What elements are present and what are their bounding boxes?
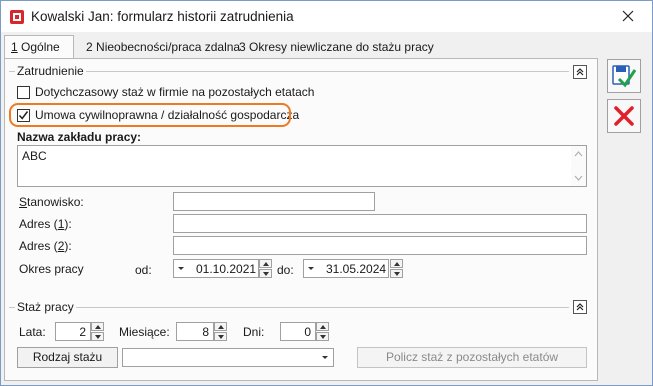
collapse-seniority-button[interactable] bbox=[573, 300, 587, 314]
months-spinner[interactable] bbox=[214, 322, 227, 341]
calculate-seniority-button[interactable]: Policz staż z pozostałych etatów bbox=[357, 347, 587, 368]
chevron-up-double-icon bbox=[576, 303, 584, 311]
position-label: Stanowisko: bbox=[19, 195, 84, 209]
date-to-label: do: bbox=[277, 263, 294, 277]
civil-contract-checkbox[interactable] bbox=[17, 109, 30, 122]
address1-input[interactable] bbox=[173, 214, 587, 233]
days-spinner[interactable] bbox=[316, 322, 329, 341]
title-bar: Kowalski Jan: formularz historii zatrudn… bbox=[1, 1, 652, 32]
checkmark-icon bbox=[18, 111, 29, 120]
workplace-name-value: ABC bbox=[22, 149, 47, 163]
civil-contract-label: Umowa cywilnoprawna / działalność gospod… bbox=[35, 108, 300, 122]
address1-label: Adres (1): bbox=[19, 217, 72, 231]
group-divider-employment bbox=[9, 71, 569, 72]
date-to-value: 31.05.2024 bbox=[326, 262, 387, 276]
workplace-name-textarea[interactable]: ABC bbox=[17, 145, 587, 187]
position-input[interactable] bbox=[173, 192, 375, 211]
dropdown-arrow-icon bbox=[178, 267, 184, 270]
tab-general[interactable]: 1 Ogólne bbox=[4, 35, 74, 59]
months-label: Miesiące: bbox=[119, 325, 170, 339]
group-divider-seniority bbox=[9, 307, 569, 308]
date-from-input[interactable]: 01.10.2021 bbox=[173, 259, 259, 278]
address2-label: Adres (2): bbox=[19, 239, 72, 253]
workplace-scrollbar[interactable] bbox=[571, 146, 586, 186]
workplace-name-label: Nazwa zakładu pracy: bbox=[17, 130, 142, 144]
months-value: 8 bbox=[202, 325, 209, 339]
spin-down-icon[interactable] bbox=[390, 269, 403, 278]
spin-up-icon[interactable] bbox=[390, 259, 403, 268]
window-title: Kowalski Jan: formularz historii zatrudn… bbox=[31, 9, 294, 24]
dropdown-arrow-icon bbox=[308, 267, 314, 270]
additional-seniority-checkbox[interactable] bbox=[17, 86, 30, 99]
years-value: 2 bbox=[79, 325, 86, 339]
spin-down-icon[interactable] bbox=[91, 332, 104, 341]
days-value: 0 bbox=[304, 325, 311, 339]
group-label-seniority: Staż pracy bbox=[15, 300, 76, 314]
seniority-type-select[interactable] bbox=[122, 348, 334, 367]
scroll-up-icon bbox=[574, 151, 583, 157]
tab-excluded-periods[interactable]: 3 Okresy niewliczane do stażu pracy bbox=[233, 37, 440, 57]
save-check-icon bbox=[612, 65, 637, 88]
address2-input[interactable] bbox=[173, 236, 587, 255]
close-button[interactable] bbox=[614, 4, 642, 28]
spin-up-icon[interactable] bbox=[214, 322, 227, 331]
days-input[interactable]: 0 bbox=[280, 322, 316, 341]
date-from-label: od: bbox=[135, 263, 152, 277]
tab-absences[interactable]: 2 Nieobecności/praca zdalna bbox=[80, 37, 246, 57]
date-to-spinner[interactable] bbox=[390, 259, 403, 278]
spin-up-icon[interactable] bbox=[91, 322, 104, 331]
scroll-down-icon bbox=[574, 175, 583, 181]
app-icon bbox=[10, 10, 24, 24]
date-to-input[interactable]: 31.05.2024 bbox=[303, 259, 389, 278]
employment-history-window: Kowalski Jan: formularz historii zatrudn… bbox=[0, 0, 653, 386]
chevron-down-icon bbox=[322, 356, 328, 359]
days-label: Dni: bbox=[243, 325, 265, 339]
cancel-x-icon bbox=[614, 106, 634, 126]
years-spinner[interactable] bbox=[91, 322, 104, 341]
save-button[interactable] bbox=[607, 59, 641, 93]
work-period-label: Okres pracy bbox=[19, 262, 84, 276]
spin-up-icon[interactable] bbox=[259, 259, 272, 268]
seniority-type-button[interactable]: Rodzaj stażu bbox=[17, 347, 118, 368]
months-input[interactable]: 8 bbox=[176, 322, 214, 341]
chevron-up-double-icon bbox=[576, 68, 584, 76]
years-label: Lata: bbox=[19, 325, 46, 339]
additional-seniority-label: Dotychczasowy staż w firmie na pozostały… bbox=[35, 85, 315, 99]
spin-down-icon[interactable] bbox=[214, 332, 227, 341]
spin-down-icon[interactable] bbox=[316, 332, 329, 341]
close-icon bbox=[622, 10, 634, 22]
years-input[interactable]: 2 bbox=[55, 322, 91, 341]
date-from-value: 01.10.2021 bbox=[196, 262, 257, 276]
tab-content-general: Zatrudnienie Dotychczasowy staż w firmie… bbox=[4, 58, 598, 381]
group-label-employment: Zatrudnienie bbox=[15, 64, 86, 78]
spin-up-icon[interactable] bbox=[316, 322, 329, 331]
date-from-spinner[interactable] bbox=[259, 259, 272, 278]
spin-down-icon[interactable] bbox=[259, 269, 272, 278]
cancel-button[interactable] bbox=[607, 99, 641, 133]
collapse-employment-button[interactable] bbox=[573, 65, 587, 79]
